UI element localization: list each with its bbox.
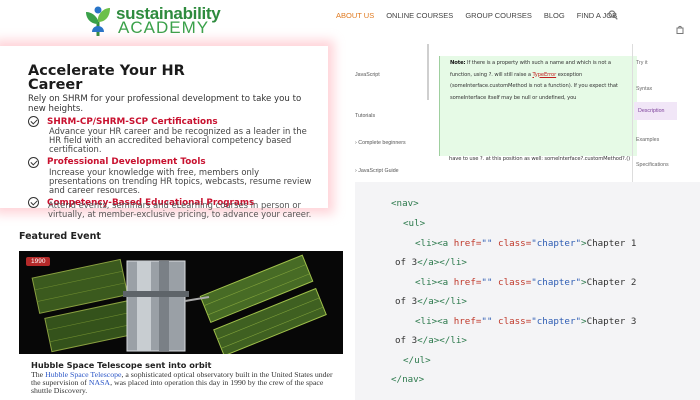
- hubble-telescope-image[interactable]: 1990: [19, 251, 343, 354]
- code-token: of 3: [395, 335, 418, 346]
- code-token: </nav>: [391, 374, 425, 385]
- docs-toc: Try it Syntax Description Examples Speci…: [630, 44, 700, 182]
- nav-online-courses[interactable]: ONLINE COURSES: [386, 11, 453, 20]
- docs-divider: [427, 44, 429, 100]
- code-token: <li><a: [415, 316, 454, 327]
- note-code: someInterface.customMethod is not a func…: [451, 83, 569, 89]
- code-line: of 3</a></li>: [395, 335, 467, 346]
- note-text: will still raise a: [492, 71, 533, 78]
- shopping-bag-icon[interactable]: [676, 25, 684, 34]
- code-token: of 3: [395, 296, 418, 307]
- promo-item-certifications: SHRM-CP/SHRM-SCP Certifications Advance …: [28, 116, 328, 155]
- code-line: of 3</a></li>: [395, 257, 467, 268]
- promo-item-desc: Increase your knowledge with free, membe…: [49, 166, 312, 196]
- docs-sidebar-item[interactable]: › JavaScript Guide: [355, 168, 399, 174]
- code-token: </ul>: [403, 355, 431, 366]
- code-token: class=: [498, 277, 532, 288]
- search-icon[interactable]: [608, 10, 618, 20]
- code-token: "": [481, 316, 493, 327]
- toc-item-active[interactable]: Description: [634, 102, 677, 120]
- code-token: Chapter 1: [586, 238, 637, 249]
- code-token: "": [481, 238, 493, 249]
- code-line: of 3</a></li>: [395, 296, 467, 307]
- promo-title-line1: Accelerate Your HR: [28, 63, 185, 79]
- toc-divider: [632, 44, 633, 182]
- sustainability-academy-logo[interactable]: sustainability ACADEMY: [82, 2, 232, 37]
- code-token: href=: [453, 238, 482, 249]
- code-token: </a></li>: [417, 257, 467, 268]
- site-header: sustainability ACADEMY ABOUT US ONLINE C…: [0, 0, 700, 44]
- toc-item[interactable]: Specifications: [636, 162, 669, 168]
- promo-title-line2: Career: [28, 77, 83, 93]
- code-line: <ul>: [403, 218, 425, 229]
- toc-item[interactable]: Examples: [636, 137, 659, 143]
- check-circle-icon: [28, 156, 39, 168]
- code-token: of 3: [395, 257, 418, 268]
- event-caption-title[interactable]: Hubble Space Telescope sent into orbit: [31, 360, 211, 370]
- nav-blog[interactable]: BLOG: [544, 11, 565, 20]
- promo-item-desc: Attend events, seminars and eLearning co…: [48, 200, 312, 220]
- docs-note-box: Note: If there is a property with such a…: [439, 56, 637, 156]
- code-line: </nav>: [391, 374, 424, 385]
- code-line: <nav>: [391, 198, 419, 209]
- code-line: <li><a href="" class="chapter">Chapter 3: [415, 316, 636, 327]
- docs-screenshot-panel: JavaScript Tutorials › Complete beginner…: [355, 44, 700, 182]
- docs-sidebar: JavaScript Tutorials › Complete beginner…: [355, 44, 429, 182]
- code-token: "chapter": [531, 316, 582, 327]
- check-circle-icon: [28, 116, 39, 127]
- tree-logo-icon: [86, 6, 110, 36]
- event-description: The Hubble Space Telescope, a sophistica…: [31, 370, 343, 396]
- logo-text-academy: ACADEMY: [118, 18, 210, 37]
- promo-item-tools: Professional Development Tools Increase …: [28, 156, 328, 196]
- docs-note-tail: have to use ?. at this position as well:…: [449, 156, 631, 162]
- promo-intro: Rely on SHRM for your professional devel…: [28, 94, 302, 114]
- docs-note-text: Note: If there is a property with such a…: [450, 58, 632, 104]
- code-token: <ul>: [403, 218, 426, 229]
- code-token: class=: [498, 238, 532, 249]
- docs-sidebar-item-label: JavaScript Guide: [358, 168, 399, 174]
- code-token: <nav>: [391, 198, 419, 209]
- check-circle-icon: [28, 197, 39, 209]
- code-line: <li><a href="" class="chapter">Chapter 1: [415, 238, 636, 249]
- code-token: Chapter 3: [586, 316, 637, 327]
- promo-item-desc: Advance your HR career and be recognized…: [49, 126, 307, 155]
- note-label: Note:: [450, 60, 466, 66]
- code-snippet-panel: <nav> <ul> <li><a href="" class="chapter">…: [355, 182, 700, 400]
- nav-about-us[interactable]: ABOUT US: [336, 11, 374, 20]
- code-token: "chapter": [531, 277, 582, 288]
- code-token: href=: [453, 316, 482, 327]
- featured-event-heading: Featured Event: [19, 231, 101, 242]
- docs-sidebar-item-label: Complete beginners: [358, 140, 406, 146]
- docs-sidebar-item[interactable]: JavaScript: [355, 72, 380, 78]
- hubble-illustration: [19, 251, 343, 354]
- code-token: <li><a: [415, 277, 454, 288]
- nav-group-courses[interactable]: GROUP COURSES: [465, 11, 532, 20]
- nasa-link[interactable]: NASA: [89, 378, 110, 387]
- code-token: Chapter 2: [586, 277, 637, 288]
- docs-sidebar-item[interactable]: Tutorials: [355, 113, 375, 119]
- toc-item[interactable]: Try it: [636, 60, 648, 66]
- code-line: </ul>: [403, 355, 431, 366]
- code-token: </a></li>: [417, 296, 467, 307]
- promo-item-title[interactable]: Professional Development Tools: [47, 157, 206, 167]
- code-line: <li><a href="" class="chapter">Chapter 2: [415, 277, 636, 288]
- promo-item-title[interactable]: SHRM-CP/SHRM-SCP Certifications: [47, 117, 218, 127]
- docs-sidebar-item[interactable]: › Complete beginners: [355, 140, 406, 146]
- main-nav: ABOUT US ONLINE COURSES GROUP COURSES BL…: [336, 11, 629, 20]
- code-token: </a></li>: [417, 335, 467, 346]
- event-year-badge: 1990: [26, 257, 51, 266]
- code-token: "": [481, 277, 493, 288]
- toc-item[interactable]: Syntax: [636, 86, 652, 92]
- code-token: href=: [453, 277, 482, 288]
- typeerror-link[interactable]: TypeError: [532, 72, 556, 78]
- shrm-promo-card: Accelerate Your HR Career Rely on SHRM f…: [0, 46, 328, 209]
- code-token: <li><a: [415, 238, 454, 249]
- code-token: "chapter": [531, 238, 582, 249]
- code-token: class=: [498, 316, 532, 327]
